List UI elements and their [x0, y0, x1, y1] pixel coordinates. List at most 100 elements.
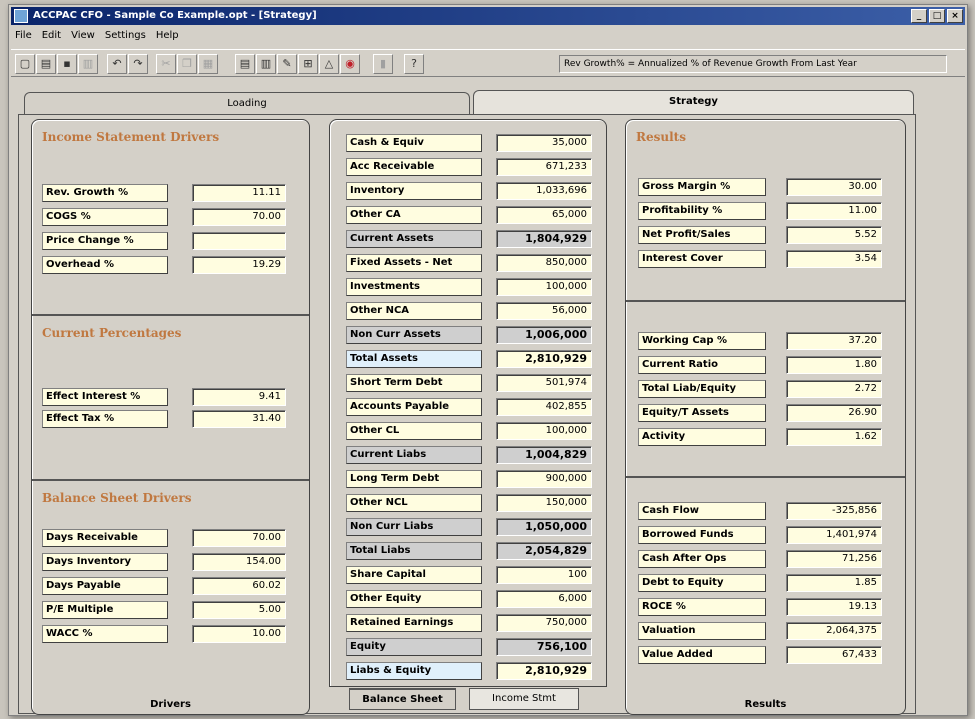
field-value-input[interactable]: 1.80 — [786, 356, 882, 374]
field-value-input[interactable]: 5.52 — [786, 226, 882, 244]
tree-icon[interactable]: ⊞ — [298, 54, 318, 74]
field-value-input[interactable]: 10.00 — [192, 625, 286, 643]
field-row: Other CL 100,000 — [330, 422, 606, 440]
target-icon[interactable]: ◉ — [340, 54, 360, 74]
menu-settings[interactable]: Settings — [105, 27, 146, 45]
field-value-input[interactable]: 35,000 — [496, 134, 592, 152]
menu-file[interactable]: File — [15, 27, 32, 45]
field-value-input[interactable]: 2,810,929 — [496, 662, 592, 680]
field-value-input[interactable]: 100,000 — [496, 278, 592, 296]
cut-icon[interactable]: ✂ — [156, 54, 176, 74]
field-value-input[interactable]: 65,000 — [496, 206, 592, 224]
field-value-input[interactable]: 1,033,696 — [496, 182, 592, 200]
field-value-input[interactable]: 1,050,000 — [496, 518, 592, 536]
field-value-input[interactable]: 1,401,974 — [786, 526, 882, 544]
field-value-input[interactable]: 2,810,929 — [496, 350, 592, 368]
field-value-input[interactable]: 850,000 — [496, 254, 592, 272]
field-row: Price Change % — [32, 232, 309, 250]
field-label: ROCE % — [638, 598, 766, 616]
menu-help[interactable]: Help — [156, 27, 179, 45]
field-label: Cash Flow — [638, 502, 766, 520]
field-value-input[interactable]: 56,000 — [496, 302, 592, 320]
field-value-input[interactable] — [192, 232, 286, 250]
field-value-input[interactable]: 37.20 — [786, 332, 882, 350]
minimize-button[interactable]: _ — [911, 9, 927, 23]
field-value-input[interactable]: 1,006,000 — [496, 326, 592, 344]
panel-footer: Drivers — [150, 699, 191, 710]
field-value-input[interactable]: 70.00 — [192, 529, 286, 547]
menu-view[interactable]: View — [71, 27, 95, 45]
field-value-input[interactable]: -325,856 — [786, 502, 882, 520]
field-row: Investments 100,000 — [330, 278, 606, 296]
field-value-input[interactable]: 900,000 — [496, 470, 592, 488]
field-label: Rev. Growth % — [42, 184, 168, 202]
field-row: Overhead % 19.29 — [32, 256, 309, 274]
field-value-input[interactable]: 1,004,829 — [496, 446, 592, 464]
field-value-input[interactable]: 756,100 — [496, 638, 592, 656]
wizard-icon[interactable]: ✎ — [277, 54, 297, 74]
close-button[interactable]: × — [947, 9, 963, 23]
field-value-input[interactable]: 60.02 — [192, 577, 286, 595]
field-row: Effect Interest % 9.41 — [32, 388, 309, 406]
field-row: Fixed Assets - Net 850,000 — [330, 254, 606, 272]
tab-strategy[interactable]: Strategy — [473, 90, 914, 116]
field-value-input[interactable]: 1.85 — [786, 574, 882, 592]
field-value-input[interactable]: 402,855 — [496, 398, 592, 416]
field-label: Valuation — [638, 622, 766, 640]
field-label: Other Equity — [346, 590, 482, 608]
field-value-input[interactable]: 19.13 — [786, 598, 882, 616]
field-value-input[interactable]: 100,000 — [496, 422, 592, 440]
field-label: Net Profit/Sales — [638, 226, 766, 244]
field-value-input[interactable]: 70.00 — [192, 208, 286, 226]
undo-icon[interactable]: ↶ — [107, 54, 127, 74]
field-value-input[interactable]: 6,000 — [496, 590, 592, 608]
field-value-input[interactable]: 67,433 — [786, 646, 882, 664]
field-label: Inventory — [346, 182, 482, 200]
field-value-input[interactable]: 11.11 — [192, 184, 286, 202]
field-value-input[interactable]: 2,064,375 — [786, 622, 882, 640]
field-value-input[interactable]: 154.00 — [192, 553, 286, 571]
field-row: Current Ratio 1.80 — [626, 356, 905, 374]
field-label: Retained Earnings — [346, 614, 482, 632]
tab-income-stmt[interactable]: Income Stmt — [469, 688, 579, 710]
results-panel: Results Gross Margin % 30.00 Profitability… — [625, 119, 906, 715]
field-value-input[interactable]: 671,233 — [496, 158, 592, 176]
new-icon[interactable]: ▢ — [15, 54, 35, 74]
copy-icon[interactable]: ❐ — [177, 54, 197, 74]
field-value-input[interactable]: 1,804,929 — [496, 230, 592, 248]
field-label: Effect Tax % — [42, 410, 168, 428]
field-value-input[interactable]: 31.40 — [192, 410, 286, 428]
maximize-button[interactable]: □ — [929, 9, 945, 23]
field-value-input[interactable]: 3.54 — [786, 250, 882, 268]
bar-icon[interactable]: ▮ — [373, 54, 393, 74]
open-icon[interactable]: ▤ — [36, 54, 56, 74]
field-value-input[interactable]: 750,000 — [496, 614, 592, 632]
balance-sheet-panel: Cash & Equiv 35,000 Acc Receivable 671,233 I… — [329, 119, 607, 687]
field-value-input[interactable]: 2,054,829 — [496, 542, 592, 560]
paste-icon[interactable]: ▦ — [198, 54, 218, 74]
field-value-input[interactable]: 26.90 — [786, 404, 882, 422]
field-value-input[interactable]: 71,256 — [786, 550, 882, 568]
field-value-input[interactable]: 150,000 — [496, 494, 592, 512]
help-icon[interactable]: ? — [404, 54, 424, 74]
tab-loading[interactable]: Loading — [24, 92, 470, 116]
app-icon — [14, 9, 28, 23]
field-value-input[interactable]: 11.00 — [786, 202, 882, 220]
field-value-input[interactable]: 30.00 — [786, 178, 882, 196]
chart-icon[interactable]: ▥ — [256, 54, 276, 74]
field-value-input[interactable]: 9.41 — [192, 388, 286, 406]
field-value-input[interactable]: 501,974 — [496, 374, 592, 392]
field-row: WACC % 10.00 — [32, 625, 309, 643]
menu-edit[interactable]: Edit — [42, 27, 61, 45]
triangle-icon[interactable]: △ — [319, 54, 339, 74]
field-value-input[interactable]: 19.29 — [192, 256, 286, 274]
tab-balance-sheet[interactable]: Balance Sheet — [349, 688, 456, 710]
field-value-input[interactable]: 1.62 — [786, 428, 882, 446]
redo-icon[interactable]: ↷ — [128, 54, 148, 74]
field-value-input[interactable]: 5.00 — [192, 601, 286, 619]
report-icon[interactable]: ▤ — [235, 54, 255, 74]
field-value-input[interactable]: 100 — [496, 566, 592, 584]
field-value-input[interactable]: 2.72 — [786, 380, 882, 398]
print-icon[interactable]: ▥ — [78, 54, 98, 74]
save-icon[interactable]: ▪ — [57, 54, 77, 74]
